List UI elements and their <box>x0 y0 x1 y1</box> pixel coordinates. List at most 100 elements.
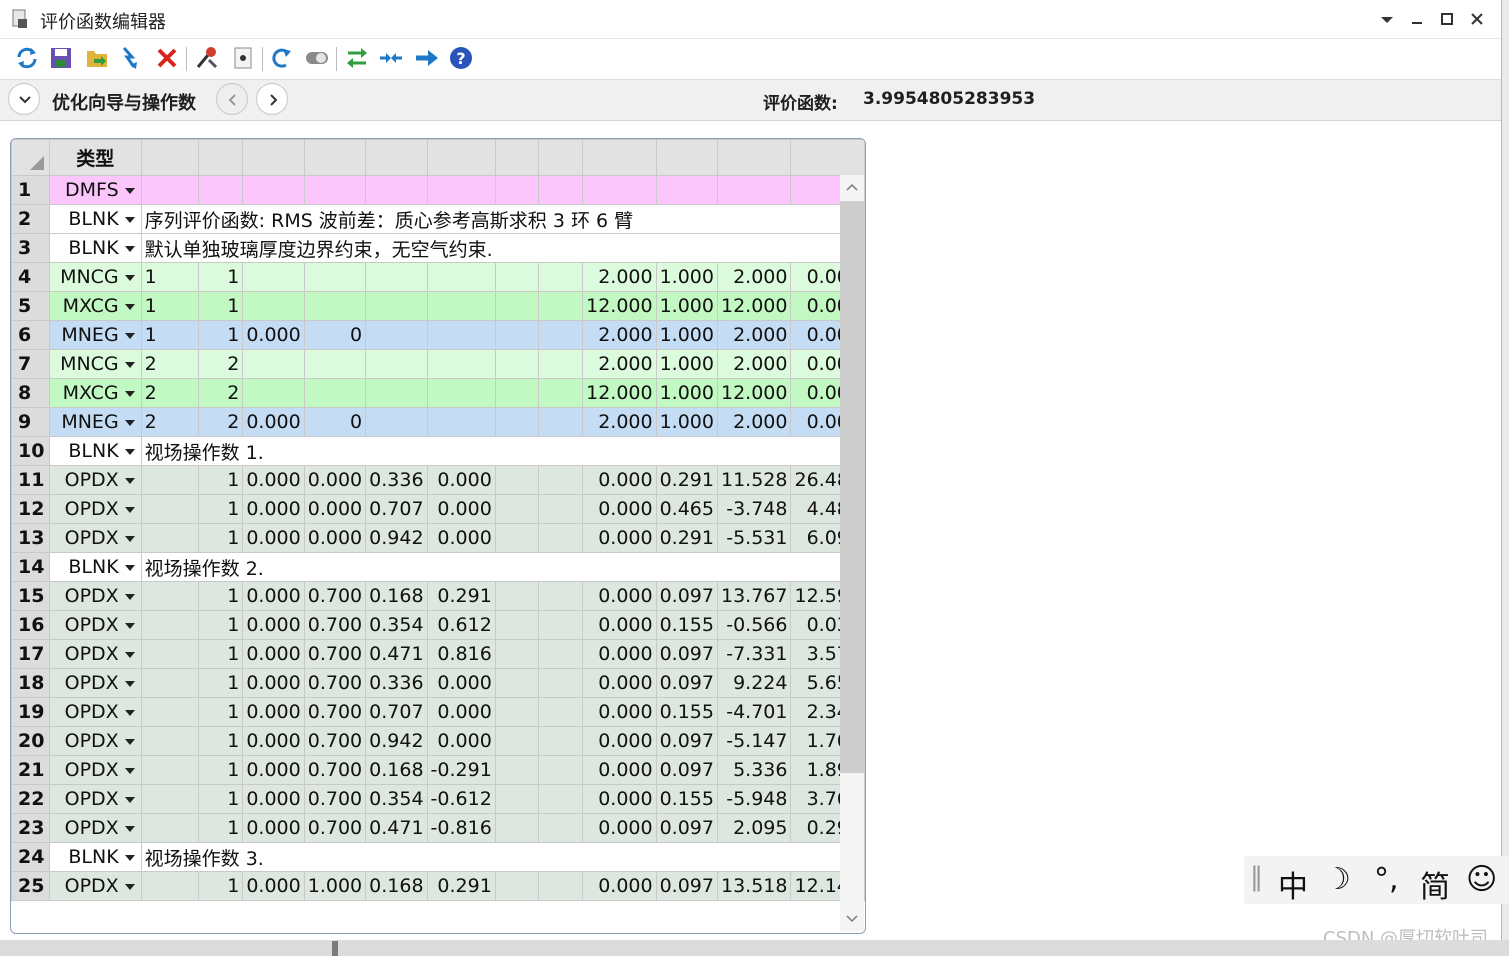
operand-type-dropdown[interactable]: MNEG <box>48 320 142 350</box>
grid-cell[interactable]: 0.168 <box>365 581 428 611</box>
operand-row[interactable]: 1 DMFS <box>11 175 865 205</box>
grid-cell[interactable]: 2 <box>140 407 200 437</box>
grid-cell[interactable]: -5.147 <box>716 726 792 756</box>
grid-cell[interactable]: 0.000 <box>242 523 305 553</box>
grid-cell[interactable] <box>140 784 200 814</box>
grid-cell[interactable] <box>494 755 540 785</box>
grid-cell[interactable]: 0.471 <box>365 813 428 843</box>
grid-cell[interactable] <box>426 349 496 379</box>
grid-cell[interactable]: 0.465 <box>655 494 719 524</box>
grid-cell[interactable] <box>365 320 428 350</box>
grid-cell[interactable]: 0.097 <box>655 581 719 611</box>
grid-cell[interactable]: 0.707 <box>365 697 428 727</box>
row-number[interactable]: 6 <box>11 320 50 350</box>
row-number[interactable]: 17 <box>11 639 50 669</box>
grid-cell[interactable]: 0.000 <box>242 697 305 727</box>
grid-cell[interactable]: 0.168 <box>365 755 428 785</box>
wizard-icon[interactable] <box>194 45 220 71</box>
refresh-icon[interactable] <box>14 45 40 71</box>
grid-cell[interactable] <box>538 784 584 814</box>
grid-cell[interactable]: 0.000 <box>426 494 496 524</box>
grid-cell[interactable]: 1 <box>198 755 244 785</box>
operand-row[interactable]: 9 MNEG 2 2 0.000 0 2.000 1.000 2.000 0.000 <box>11 407 865 437</box>
grid-cell[interactable] <box>538 262 584 292</box>
grid-cell[interactable]: 0.700 <box>303 668 367 698</box>
grid-cell[interactable] <box>303 349 367 379</box>
column-header[interactable] <box>790 139 865 176</box>
grid-cell[interactable] <box>655 175 719 205</box>
grid-cell[interactable] <box>365 262 428 292</box>
grid-cell[interactable] <box>494 523 540 553</box>
grid-cell[interactable]: 0.000 <box>242 581 305 611</box>
row-number[interactable]: 9 <box>11 407 50 437</box>
grid-cell[interactable]: -0.612 <box>426 784 496 814</box>
grid-cell[interactable] <box>140 175 200 205</box>
grid-cell[interactable]: 0.000 <box>242 610 305 640</box>
type-column-header[interactable]: 类型 <box>48 139 142 176</box>
help-icon[interactable]: ? <box>448 45 474 71</box>
grid-cell[interactable]: 0.942 <box>365 726 428 756</box>
dropdown-menu-icon[interactable] <box>1376 9 1398 31</box>
operand-type-dropdown[interactable]: MXCG <box>48 291 142 321</box>
operand-type-dropdown[interactable]: OPDX <box>48 755 142 785</box>
grid-cell[interactable] <box>140 523 200 553</box>
operand-type-dropdown[interactable]: OPDX <box>48 465 142 495</box>
grid-cell[interactable]: 0.612 <box>426 610 496 640</box>
grid-cell[interactable]: 0 <box>303 407 367 437</box>
grid-cell[interactable]: 2 <box>198 349 244 379</box>
grid-cell[interactable]: 0.000 <box>303 465 367 495</box>
grid-cell[interactable]: 0.000 <box>426 726 496 756</box>
comment-cell[interactable]: 默认单独玻璃厚度边界约束，无空气约束. <box>140 233 865 263</box>
grid-cell[interactable]: 1 <box>198 494 244 524</box>
grid-cell[interactable] <box>426 175 496 205</box>
grid-cell[interactable]: 1 <box>198 465 244 495</box>
grid-cell[interactable] <box>426 378 496 408</box>
column-header[interactable] <box>426 139 496 176</box>
grid-cell[interactable]: -0.291 <box>426 755 496 785</box>
grid-cell[interactable]: -0.566 <box>716 610 792 640</box>
grid-cell[interactable] <box>140 494 200 524</box>
grid-cell[interactable]: 2.000 <box>716 407 792 437</box>
grid-cell[interactable] <box>426 407 496 437</box>
grid-cell[interactable] <box>538 175 584 205</box>
close-button[interactable] <box>1466 9 1488 31</box>
operand-type-dropdown[interactable]: MNEG <box>48 407 142 437</box>
row-number[interactable]: 13 <box>11 523 50 553</box>
grid-cell[interactable] <box>538 755 584 785</box>
insert-icon[interactable] <box>118 45 144 71</box>
grid-cell[interactable] <box>538 697 584 727</box>
grid-cell[interactable]: 0.816 <box>426 639 496 669</box>
row-number[interactable]: 22 <box>11 784 50 814</box>
grid-cell[interactable]: 0.291 <box>655 523 719 553</box>
grid-cell[interactable] <box>538 291 584 321</box>
grid-cell[interactable] <box>426 262 496 292</box>
grid-cell[interactable]: 0.354 <box>365 784 428 814</box>
grid-cell[interactable] <box>140 755 200 785</box>
settings-icon[interactable] <box>230 45 256 71</box>
grid-cell[interactable]: 2.000 <box>716 320 792 350</box>
column-header[interactable] <box>582 139 657 176</box>
grid-cell[interactable] <box>365 378 428 408</box>
grid-cell[interactable]: 0.000 <box>426 465 496 495</box>
grid-cell[interactable]: 0.168 <box>365 871 428 901</box>
grid-cell[interactable] <box>494 784 540 814</box>
grid-cell[interactable]: 1 <box>198 784 244 814</box>
grid-cell[interactable]: 0.700 <box>303 581 367 611</box>
operand-type-dropdown[interactable]: OPDX <box>48 668 142 698</box>
grid-corner[interactable] <box>11 139 50 176</box>
grid-cell[interactable] <box>140 465 200 495</box>
grid-cell[interactable]: -0.816 <box>426 813 496 843</box>
operand-row[interactable]: 21 OPDX 1 0.000 0.700 0.168 -0.291 0.000 0.097 5.… <box>11 755 865 785</box>
grid-cell[interactable]: 0.000 <box>303 494 367 524</box>
grid-cell[interactable] <box>242 175 305 205</box>
grid-cell[interactable] <box>198 175 244 205</box>
grid-cell[interactable] <box>494 291 540 321</box>
operand-type-dropdown[interactable]: BLNK <box>48 436 142 466</box>
grid-cell[interactable]: 0.000 <box>242 407 305 437</box>
grid-cell[interactable] <box>140 726 200 756</box>
grid-cell[interactable]: 2.000 <box>716 262 792 292</box>
grid-cell[interactable]: 2.095 <box>716 813 792 843</box>
grid-cell[interactable]: 1.000 <box>655 407 719 437</box>
grid-cell[interactable] <box>242 291 305 321</box>
grid-cell[interactable]: 0.354 <box>365 610 428 640</box>
